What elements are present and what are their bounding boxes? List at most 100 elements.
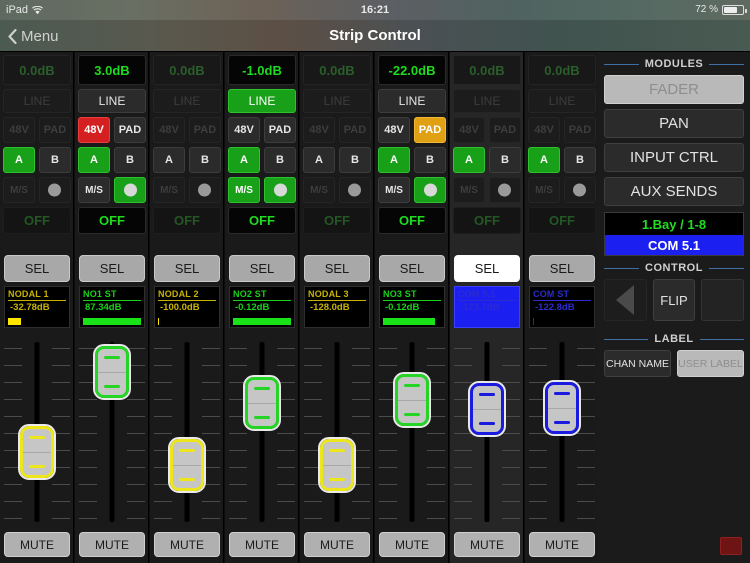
sel-button[interactable]: SEL: [454, 255, 520, 282]
pad-button[interactable]: PAD: [564, 117, 596, 143]
mute-button[interactable]: MUTE: [229, 532, 295, 557]
phantom-48v-button[interactable]: 48V: [303, 117, 335, 143]
fader-handle[interactable]: [318, 437, 356, 494]
line-button[interactable]: LINE: [528, 89, 596, 113]
mute-button[interactable]: MUTE: [304, 532, 370, 557]
channel-name-meter[interactable]: NODAL 1 -32.78dB: [4, 286, 70, 328]
user-label-button[interactable]: USER LABEL: [677, 350, 744, 377]
pad-button[interactable]: PAD: [339, 117, 371, 143]
fader-area[interactable]: [225, 330, 299, 530]
record-indicator[interactable]: [720, 537, 742, 555]
input-a-button[interactable]: A: [378, 147, 410, 173]
pad-button[interactable]: PAD: [39, 117, 71, 143]
ms-toggle[interactable]: [39, 177, 71, 203]
input-b-button[interactable]: B: [114, 147, 146, 173]
sel-button[interactable]: SEL: [4, 255, 70, 282]
fader-handle[interactable]: [393, 372, 431, 428]
module-button-input-ctrl[interactable]: INPUT CTRL: [604, 143, 744, 172]
phantom-48v-button[interactable]: 48V: [378, 117, 410, 143]
line-button[interactable]: LINE: [3, 89, 71, 113]
fader-area[interactable]: [375, 330, 449, 530]
ms-toggle[interactable]: [264, 177, 296, 203]
sel-button[interactable]: SEL: [79, 255, 145, 282]
input-b-button[interactable]: B: [564, 147, 596, 173]
fader-area[interactable]: [75, 330, 149, 530]
ms-button[interactable]: M/S: [378, 177, 410, 203]
ms-toggle[interactable]: [339, 177, 371, 203]
ms-button[interactable]: M/S: [528, 177, 560, 203]
input-b-button[interactable]: B: [489, 147, 521, 173]
fader-handle[interactable]: [93, 343, 131, 400]
line-button[interactable]: LINE: [453, 89, 521, 113]
channel-name-meter[interactable]: NO2 ST -0.12dB: [229, 286, 295, 328]
pad-button[interactable]: PAD: [489, 117, 521, 143]
sel-button[interactable]: SEL: [529, 255, 595, 282]
phase-off-button[interactable]: OFF: [378, 207, 446, 234]
input-a-button[interactable]: A: [303, 147, 335, 173]
flip-button[interactable]: FLIP: [652, 279, 696, 321]
line-button[interactable]: LINE: [303, 89, 371, 113]
fader-handle[interactable]: [168, 437, 206, 494]
phase-off-button[interactable]: OFF: [153, 207, 221, 234]
line-button[interactable]: LINE: [378, 89, 446, 113]
input-b-button[interactable]: B: [264, 147, 296, 173]
ms-button[interactable]: M/S: [228, 177, 260, 203]
ms-button[interactable]: M/S: [78, 177, 110, 203]
fader-handle[interactable]: [543, 379, 581, 436]
mute-button[interactable]: MUTE: [454, 532, 520, 557]
phantom-48v-button[interactable]: 48V: [3, 117, 35, 143]
phase-off-button[interactable]: OFF: [78, 207, 146, 234]
fader-area[interactable]: [0, 330, 74, 530]
gain-display[interactable]: 0.0dB: [528, 55, 596, 85]
mute-button[interactable]: MUTE: [529, 532, 595, 557]
module-button-fader[interactable]: FADER: [604, 75, 744, 104]
line-button[interactable]: LINE: [228, 89, 296, 113]
mute-button[interactable]: MUTE: [4, 532, 70, 557]
prev-bay-button[interactable]: [604, 279, 647, 321]
sel-button[interactable]: SEL: [304, 255, 370, 282]
phase-off-button[interactable]: OFF: [3, 207, 71, 234]
fader-area[interactable]: [300, 330, 374, 530]
input-b-button[interactable]: B: [414, 147, 446, 173]
phantom-48v-button[interactable]: 48V: [78, 117, 110, 143]
module-button-pan[interactable]: PAN: [604, 109, 744, 138]
channel-name-meter[interactable]: NODAL 3 -128.0dB: [304, 286, 370, 328]
ms-toggle[interactable]: [114, 177, 146, 203]
phantom-48v-button[interactable]: 48V: [228, 117, 260, 143]
sel-button[interactable]: SEL: [229, 255, 295, 282]
chan-name-button[interactable]: CHAN NAME: [604, 350, 671, 377]
ms-toggle[interactable]: [189, 177, 221, 203]
channel-name-meter[interactable]: COM ST -122.8dB: [529, 286, 595, 328]
fader-handle[interactable]: [468, 380, 506, 437]
channel-name-meter[interactable]: NODAL 2 -100.0dB: [154, 286, 220, 328]
input-a-button[interactable]: A: [3, 147, 35, 173]
line-button[interactable]: LINE: [153, 89, 221, 113]
gain-display[interactable]: -22.0dB: [378, 55, 446, 85]
mute-button[interactable]: MUTE: [379, 532, 445, 557]
input-a-button[interactable]: A: [453, 147, 485, 173]
phase-off-button[interactable]: OFF: [528, 207, 596, 234]
pad-button[interactable]: PAD: [414, 117, 446, 143]
fader-handle[interactable]: [243, 374, 281, 431]
pad-button[interactable]: PAD: [264, 117, 296, 143]
phase-off-button[interactable]: OFF: [303, 207, 371, 234]
input-b-button[interactable]: B: [189, 147, 221, 173]
fader-area[interactable]: [450, 330, 524, 530]
next-bay-button[interactable]: [701, 279, 745, 321]
sel-button[interactable]: SEL: [379, 255, 445, 282]
channel-name-meter[interactable]: COM 5.1 -123.7dB: [454, 286, 520, 328]
gain-display[interactable]: 0.0dB: [453, 55, 521, 85]
input-b-button[interactable]: B: [39, 147, 71, 173]
gain-display[interactable]: 3.0dB: [78, 55, 146, 85]
pad-button[interactable]: PAD: [114, 117, 146, 143]
fader-handle[interactable]: [18, 424, 56, 481]
gain-display[interactable]: 0.0dB: [3, 55, 71, 85]
mute-button[interactable]: MUTE: [154, 532, 220, 557]
module-button-aux-sends[interactable]: AUX SENDS: [604, 177, 744, 206]
ms-button[interactable]: M/S: [153, 177, 185, 203]
sel-button[interactable]: SEL: [154, 255, 220, 282]
gain-display[interactable]: 0.0dB: [153, 55, 221, 85]
input-a-button[interactable]: A: [228, 147, 260, 173]
ms-button[interactable]: M/S: [3, 177, 35, 203]
ms-button[interactable]: M/S: [303, 177, 335, 203]
